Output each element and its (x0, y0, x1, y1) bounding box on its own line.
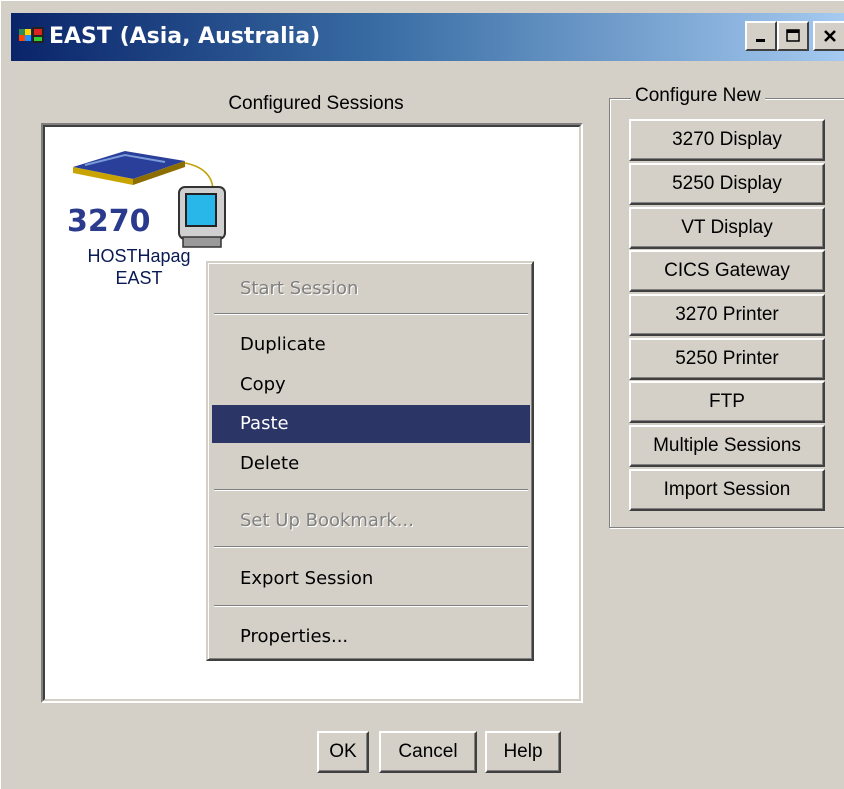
session-type-badge: 3270 (67, 204, 151, 239)
new-vt-display-button[interactable]: VT Display (629, 207, 825, 249)
context-menu: Start Session Duplicate Copy Paste Delet… (206, 261, 534, 661)
menu-separator (214, 489, 528, 491)
title-bar[interactable]: EAST (Asia, Australia) (11, 13, 844, 61)
menu-item-paste[interactable]: Paste (212, 405, 530, 443)
new-5250-display-button[interactable]: 5250 Display (629, 163, 825, 205)
import-session-button[interactable]: Import Session (629, 469, 825, 511)
new-ftp-button[interactable]: FTP (629, 381, 825, 423)
window-title: EAST (Asia, Australia) (49, 24, 321, 49)
configure-new-legend: Configure New (631, 85, 765, 107)
dialog-window: EAST (Asia, Australia) Configured Sessio… (0, 0, 844, 789)
menu-separator (214, 546, 528, 548)
help-button[interactable]: Help (485, 731, 561, 773)
minimize-icon (756, 39, 765, 42)
session-name-line1: HOSTHapag (87, 246, 191, 266)
app-icon (19, 27, 44, 43)
menu-item-copy[interactable]: Copy (212, 366, 530, 404)
configured-sessions-label: Configured Sessions (228, 93, 404, 114)
maximize-icon (786, 29, 800, 42)
minimize-button[interactable] (745, 21, 777, 51)
menu-item-export-session[interactable]: Export Session (212, 560, 530, 598)
maximize-button[interactable] (777, 21, 809, 51)
menu-item-delete[interactable]: Delete (212, 445, 530, 483)
close-button[interactable] (813, 21, 844, 51)
menu-item-properties[interactable]: Properties... (212, 618, 530, 656)
cancel-button[interactable]: Cancel (379, 731, 477, 773)
new-3270-printer-button[interactable]: 3270 Printer (629, 294, 825, 336)
new-3270-display-button[interactable]: 3270 Display (629, 119, 825, 161)
menu-item-set-up-bookmark[interactable]: Set Up Bookmark... (212, 502, 530, 540)
ok-button[interactable]: OK (317, 731, 369, 773)
3270-terminal-icon: 3270 (67, 151, 226, 248)
menu-item-start-session[interactable]: Start Session (212, 270, 530, 308)
close-icon (824, 30, 836, 42)
menu-separator (214, 313, 528, 315)
new-5250-printer-button[interactable]: 5250 Printer (629, 338, 825, 380)
session-name-line2: EAST (115, 268, 163, 288)
new-multiple-sessions-button[interactable]: Multiple Sessions (629, 425, 825, 467)
menu-item-duplicate[interactable]: Duplicate (212, 326, 530, 364)
new-cics-gateway-button[interactable]: CICS Gateway (629, 250, 825, 292)
session-name: HOSTHapag EAST (69, 245, 209, 289)
menu-separator (214, 605, 528, 607)
